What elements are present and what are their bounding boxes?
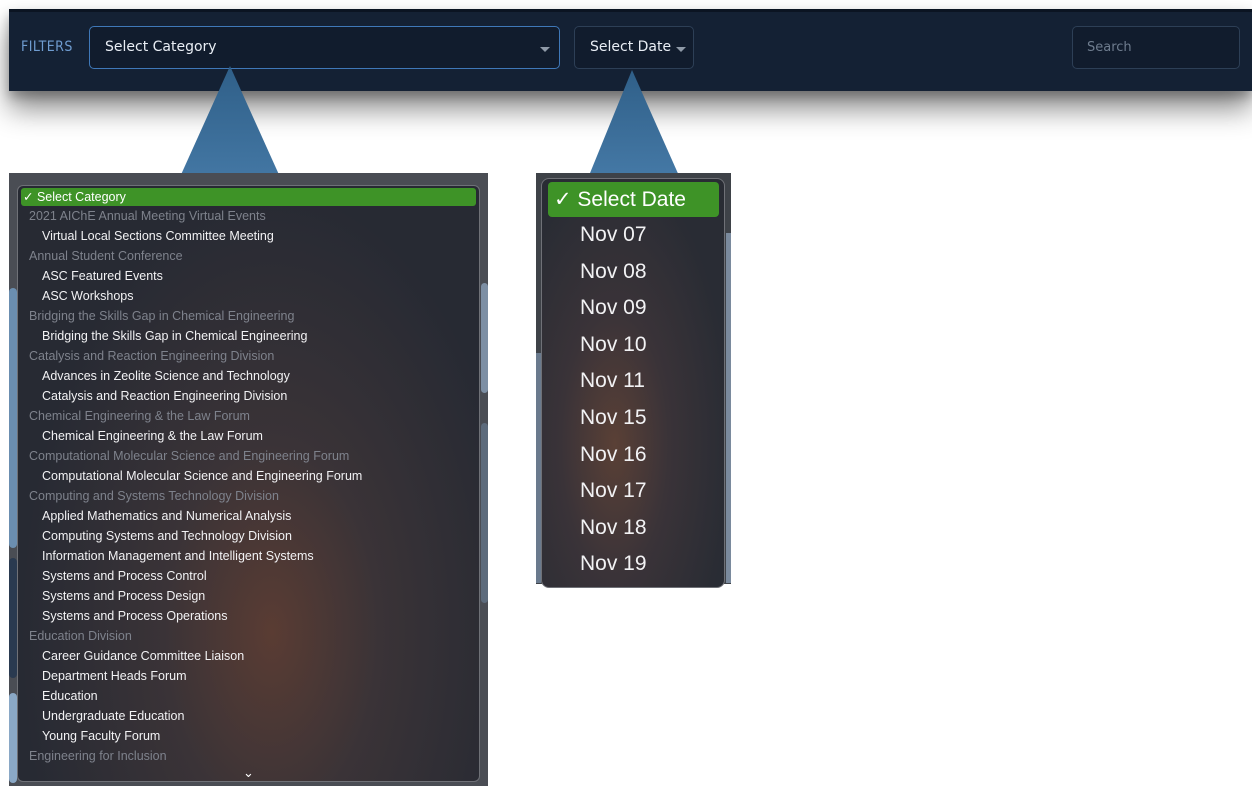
category-option[interactable]: Education bbox=[18, 686, 479, 706]
category-group-header: Education Division bbox=[29, 629, 132, 643]
caret-down-icon bbox=[676, 47, 686, 52]
category-select-value: Select Category bbox=[105, 39, 217, 55]
date-option[interactable]: Nov 19 bbox=[542, 546, 724, 583]
date-dropdown-panel: ✓ Select Date Nov 07 Nov 08 Nov 09 Nov 10 Nov… bbox=[536, 173, 731, 598]
background-thumbnail bbox=[481, 423, 488, 603]
date-option[interactable]: Nov 10 bbox=[542, 327, 724, 364]
category-option[interactable]: Computing Systems and Technology Divisio… bbox=[18, 526, 479, 546]
category-option[interactable]: Applied Mathematics and Numerical Analys… bbox=[18, 506, 479, 526]
caret-down-icon bbox=[540, 47, 550, 52]
category-option[interactable]: Systems and Process Design bbox=[18, 586, 479, 606]
category-option[interactable]: Department Heads Forum bbox=[18, 666, 479, 686]
date-option[interactable]: Nov 17 bbox=[542, 473, 724, 510]
category-option[interactable]: Systems and Process Control bbox=[18, 566, 479, 586]
date-select[interactable]: Select Date bbox=[574, 26, 694, 69]
filter-bar-top-border bbox=[9, 9, 1252, 12]
background-thumbnail bbox=[9, 558, 17, 678]
category-group-header: 2021 AIChE Annual Meeting Virtual Events bbox=[29, 209, 266, 223]
background-thumbnail bbox=[9, 693, 17, 783]
category-option[interactable]: Chemical Engineering & the Law Forum bbox=[18, 426, 479, 446]
filters-label: FILTERS bbox=[21, 39, 73, 55]
category-option[interactable]: Bridging the Skills Gap in Chemical Engi… bbox=[18, 326, 479, 346]
category-group-header: Annual Student Conference bbox=[29, 249, 183, 263]
date-option[interactable]: Nov 11 bbox=[542, 363, 724, 400]
background-thumbnail bbox=[9, 288, 17, 548]
category-group-header: Bridging the Skills Gap in Chemical Engi… bbox=[29, 309, 295, 323]
date-option[interactable]: Nov 15 bbox=[542, 400, 724, 437]
category-option[interactable]: Young Faculty Forum bbox=[18, 726, 479, 746]
category-option-selected[interactable]: ✓ Select Category bbox=[21, 188, 476, 206]
date-option[interactable]: Nov 16 bbox=[542, 437, 724, 474]
background-thumbnail bbox=[481, 283, 488, 393]
chevron-down-icon[interactable]: ⌄ bbox=[18, 766, 479, 779]
category-option[interactable]: ASC Workshops bbox=[18, 286, 479, 306]
category-option-list[interactable]: ✓ Select Category 2021 AIChE Annual Meeti… bbox=[17, 185, 480, 782]
category-group-header: Engineering for Inclusion bbox=[29, 749, 167, 763]
category-option[interactable]: Systems and Process Operations bbox=[18, 606, 479, 626]
category-group-header: Chemical Engineering & the Law Forum bbox=[29, 409, 250, 423]
category-option[interactable]: Advances in Zeolite Science and Technolo… bbox=[18, 366, 479, 386]
search-input[interactable] bbox=[1072, 26, 1240, 69]
date-callout-pointer bbox=[588, 70, 680, 178]
background-thumbnail bbox=[726, 233, 731, 583]
category-option[interactable]: Undergraduate Education bbox=[18, 706, 479, 726]
date-option-selected[interactable]: ✓ Select Date bbox=[548, 182, 719, 217]
category-group-header: Catalysis and Reaction Engineering Divis… bbox=[29, 349, 275, 363]
category-option[interactable]: Catalysis and Reaction Engineering Divis… bbox=[18, 386, 479, 406]
category-option[interactable]: Information Management and Intelligent S… bbox=[18, 546, 479, 566]
category-group-header: Computational Molecular Science and Engi… bbox=[29, 449, 350, 463]
date-select-value: Select Date bbox=[590, 39, 672, 55]
date-option-list[interactable]: ✓ Select Date Nov 07 Nov 08 Nov 09 Nov 10 Nov… bbox=[541, 178, 725, 588]
category-dropdown-panel: ✓ Select Category 2021 AIChE Annual Meeti… bbox=[9, 173, 488, 786]
date-option[interactable]: Nov 09 bbox=[542, 290, 724, 327]
category-option[interactable]: Computational Molecular Science and Engi… bbox=[18, 466, 479, 486]
date-option[interactable]: Nov 08 bbox=[542, 254, 724, 291]
category-group-header: Computing and Systems Technology Divisio… bbox=[29, 489, 279, 503]
category-select[interactable]: Select Category bbox=[89, 26, 560, 69]
category-option[interactable]: Career Guidance Committee Liaison bbox=[18, 646, 479, 666]
date-option[interactable]: Nov 18 bbox=[542, 510, 724, 547]
date-option[interactable]: Nov 07 bbox=[542, 217, 724, 254]
category-option[interactable]: ASC Featured Events bbox=[18, 266, 479, 286]
category-callout-pointer bbox=[175, 66, 285, 188]
category-option[interactable]: Virtual Local Sections Committee Meeting bbox=[18, 226, 479, 246]
